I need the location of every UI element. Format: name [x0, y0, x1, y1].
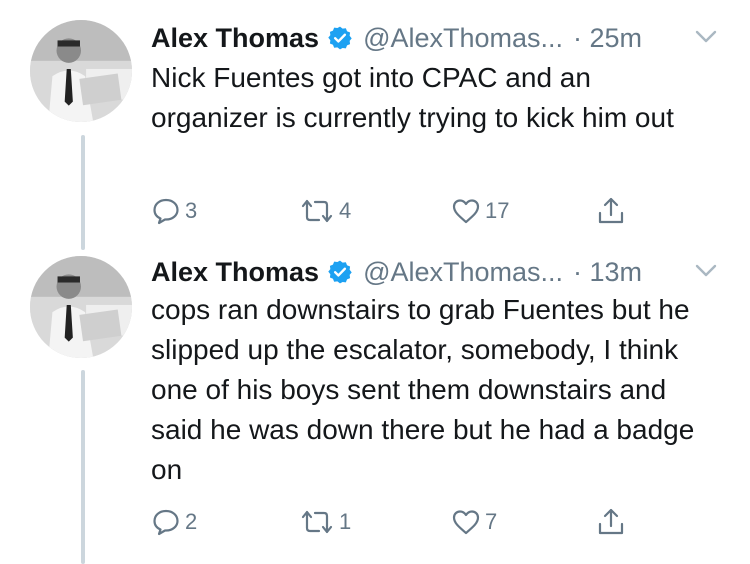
retweet-icon: [301, 510, 333, 534]
share-icon: [598, 197, 624, 224]
tweet-actions: 3 4 17: [151, 196, 651, 226]
retweet-count: 4: [339, 198, 352, 223]
display-name[interactable]: Alex Thomas: [151, 257, 319, 288]
retweet-icon: [301, 199, 333, 223]
tweet-text: cops ran downstairs to grab Fuentes but …: [151, 294, 695, 485]
tweet-actions: 2 1 7: [151, 507, 651, 537]
user-handle[interactable]: @AlexThomas...: [363, 257, 563, 288]
avatar-photo: [30, 20, 132, 122]
chevron-down-icon[interactable]: [695, 30, 717, 44]
avatar[interactable]: [30, 20, 132, 122]
heart-icon: [452, 510, 480, 535]
reply-button[interactable]: 3: [151, 196, 197, 226]
tweet-text: Nick Fuentes got into CPAC and an organi…: [151, 62, 674, 133]
heart-icon: [452, 199, 480, 224]
verified-badge-icon: [328, 260, 352, 284]
display-name[interactable]: Alex Thomas: [151, 23, 319, 54]
reply-icon: [153, 509, 179, 536]
timestamp[interactable]: · 13m: [573, 257, 642, 288]
reply-icon: [153, 198, 179, 225]
chevron-down-icon[interactable]: [695, 264, 717, 278]
like-count: 7: [485, 509, 498, 534]
like-button[interactable]: 17: [451, 196, 509, 226]
tweet-2[interactable]: Alex Thomas @AlexThomas... · 13m cops ra…: [0, 252, 750, 564]
tweet-header: Alex Thomas @AlexThomas... · 25m: [151, 18, 642, 58]
tweet-header: Alex Thomas @AlexThomas... · 13m: [151, 252, 642, 292]
share-button[interactable]: [596, 196, 626, 226]
like-count: 17: [485, 198, 510, 223]
retweet-button[interactable]: 1: [299, 507, 351, 537]
retweet-count: 1: [339, 509, 352, 534]
share-button[interactable]: [596, 507, 626, 537]
avatar-photo: [30, 256, 132, 358]
tweet-1[interactable]: Alex Thomas @AlexThomas... · 25m Nick Fu…: [0, 18, 750, 248]
like-button[interactable]: 7: [451, 507, 497, 537]
reply-count: 3: [185, 198, 198, 223]
verified-badge-icon: [328, 26, 352, 50]
share-icon: [598, 508, 624, 535]
timestamp[interactable]: · 25m: [573, 23, 642, 54]
retweet-button[interactable]: 4: [299, 196, 351, 226]
user-handle[interactable]: @AlexThomas...: [363, 23, 563, 54]
reply-count: 2: [185, 509, 198, 534]
avatar[interactable]: [30, 256, 132, 358]
reply-button[interactable]: 2: [151, 507, 197, 537]
